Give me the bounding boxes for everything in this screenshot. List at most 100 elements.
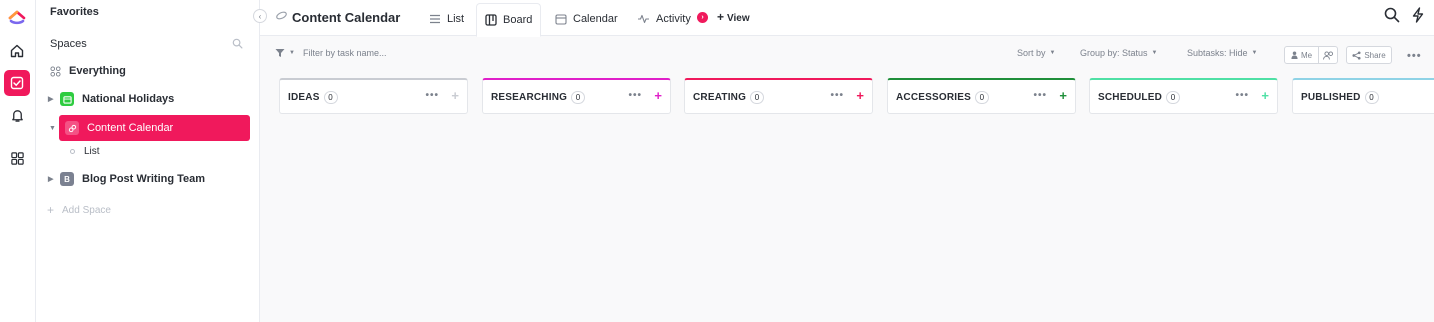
search-icon[interactable] <box>1384 7 1400 28</box>
group-by-dropdown[interactable]: Group by: Status ▼ <box>1080 48 1158 58</box>
subtasks-dropdown[interactable]: Subtasks: Hide ▼ <box>1187 48 1257 58</box>
column-title: CREATING 0 <box>693 91 765 104</box>
more-tabs-chevron-icon[interactable]: › <box>697 12 708 23</box>
column-add-icon[interactable]: + <box>1261 88 1269 103</box>
plus-icon: + <box>47 203 55 217</box>
add-space-button[interactable]: + Add Space <box>47 203 111 217</box>
column-add-icon[interactable]: + <box>654 88 662 103</box>
column-more-icon[interactable]: ••• <box>830 90 844 101</box>
tab-label: Board <box>503 14 533 26</box>
column-count: 0 <box>571 91 586 104</box>
sidebar-item-label: Blog Post Writing Team <box>82 173 206 185</box>
share-button[interactable]: Share <box>1346 46 1392 64</box>
sidebar: Favorites Spaces Everything ▶ National H… <box>36 0 260 322</box>
user-icon <box>1291 51 1298 59</box>
collapse-sidebar-button[interactable]: ‹ <box>253 9 267 23</box>
lightning-bolt-icon[interactable] <box>1411 7 1425 28</box>
group-users-icon[interactable] <box>1319 47 1337 63</box>
board-column-published: PUBLISHED 0 <box>1292 78 1434 114</box>
column-title: IDEAS 0 <box>288 91 338 104</box>
caret-right-icon[interactable]: ▶ <box>48 95 58 103</box>
main-area: Content Calendar List Board Calendar Act… <box>260 0 1434 322</box>
tab-label: Calendar <box>573 12 618 25</box>
board-column-researching: RESEARCHING 0 ••• + <box>482 78 671 114</box>
more-options-icon[interactable]: ••• <box>1407 50 1422 62</box>
sidebar-item-list[interactable]: List <box>70 146 100 157</box>
calendar-icon <box>555 13 567 25</box>
left-rail <box>0 0 36 322</box>
caret-down-icon[interactable]: ▼ <box>49 125 59 132</box>
tab-activity[interactable]: Activity <box>629 3 699 34</box>
sidebar-item-blog-post-writing-team[interactable]: ▶ B Blog Post Writing Team <box>46 166 250 192</box>
column-add-icon[interactable]: + <box>856 88 864 103</box>
spaces-heading[interactable]: Spaces <box>50 38 87 50</box>
column-count: 0 <box>750 91 765 104</box>
tab-label: Activity <box>656 12 691 25</box>
column-count: 0 <box>1364 91 1379 104</box>
assignee-filter: Me <box>1284 46 1338 64</box>
space-avatar: B <box>60 172 74 186</box>
clickup-logo-icon[interactable] <box>4 2 30 28</box>
add-view-button[interactable]: + View <box>717 10 750 24</box>
caret-down-icon: ▼ <box>1251 50 1258 56</box>
me-label: Me <box>1300 50 1313 60</box>
column-name: RESEARCHING <box>491 92 568 103</box>
page-title[interactable]: Content Calendar <box>275 9 400 25</box>
filter-icon <box>275 49 285 57</box>
tab-calendar[interactable]: Calendar <box>547 3 626 34</box>
sidebar-item-content-calendar[interactable]: ▼ Content Calendar <box>49 115 250 141</box>
tasks-icon[interactable] <box>4 70 30 96</box>
sidebar-item-everything[interactable]: Everything <box>50 58 254 84</box>
column-add-icon[interactable]: + <box>451 88 459 103</box>
calendar-space-icon <box>60 92 74 106</box>
caret-down-icon: ▼ <box>1049 50 1056 56</box>
activity-icon <box>638 14 649 23</box>
board-column-accessories: ACCESSORIES 0 ••• + <box>887 78 1076 114</box>
favorites-heading[interactable]: Favorites <box>50 6 99 18</box>
me-button[interactable]: Me <box>1285 47 1319 63</box>
bell-icon[interactable] <box>4 102 30 128</box>
board-column-ideas: IDEAS 0 ••• + <box>279 78 468 114</box>
add-view-label: View <box>727 13 750 24</box>
column-title: ACCESSORIES 0 <box>896 91 989 104</box>
caret-right-icon[interactable]: ▶ <box>48 175 58 183</box>
column-name: IDEAS <box>288 92 320 103</box>
share-icon <box>1352 50 1361 60</box>
list-icon <box>430 14 440 23</box>
sidebar-item-national-holidays[interactable]: ▶ National Holidays <box>46 86 250 112</box>
search-icon[interactable] <box>232 36 243 54</box>
column-name: PUBLISHED <box>1301 92 1361 103</box>
subtasks-label: Subtasks: Hide <box>1187 48 1248 58</box>
column-count: 0 <box>1166 91 1181 104</box>
apps-grid-icon[interactable] <box>4 145 30 171</box>
sidebar-item-label: Everything <box>69 65 126 77</box>
column-more-icon[interactable]: ••• <box>425 90 439 101</box>
list-dot-icon <box>70 149 75 154</box>
filter-input[interactable]: Filter by task name... <box>303 48 387 58</box>
chevron-left-icon: ‹ <box>258 11 262 21</box>
column-name: CREATING <box>693 92 747 103</box>
tab-list[interactable]: List <box>421 3 472 34</box>
sort-by-label: Sort by <box>1017 48 1046 58</box>
column-count: 0 <box>975 91 989 104</box>
column-add-icon[interactable]: + <box>1059 88 1067 103</box>
filter-control[interactable]: ▼ Filter by task name... <box>275 48 386 58</box>
share-label: Share <box>1364 50 1386 60</box>
home-icon[interactable] <box>4 38 30 64</box>
tab-label: List <box>447 12 465 25</box>
link-space-icon <box>65 121 79 135</box>
column-more-icon[interactable]: ••• <box>1033 90 1047 101</box>
add-space-label: Add Space <box>62 204 111 216</box>
column-name: ACCESSORIES <box>896 92 971 103</box>
tab-board[interactable]: Board <box>476 3 542 37</box>
sort-by-dropdown[interactable]: Sort by ▼ <box>1017 48 1055 58</box>
column-count: 0 <box>323 91 338 104</box>
board-icon <box>485 14 497 26</box>
column-title: SCHEDULED 0 <box>1098 91 1181 104</box>
column-title: PUBLISHED 0 <box>1301 91 1379 104</box>
link-icon <box>275 9 288 25</box>
top-bar: Content Calendar List Board Calendar Act… <box>260 0 1434 37</box>
grid-dots-icon <box>50 65 61 77</box>
column-more-icon[interactable]: ••• <box>1235 90 1249 101</box>
column-more-icon[interactable]: ••• <box>628 90 642 101</box>
